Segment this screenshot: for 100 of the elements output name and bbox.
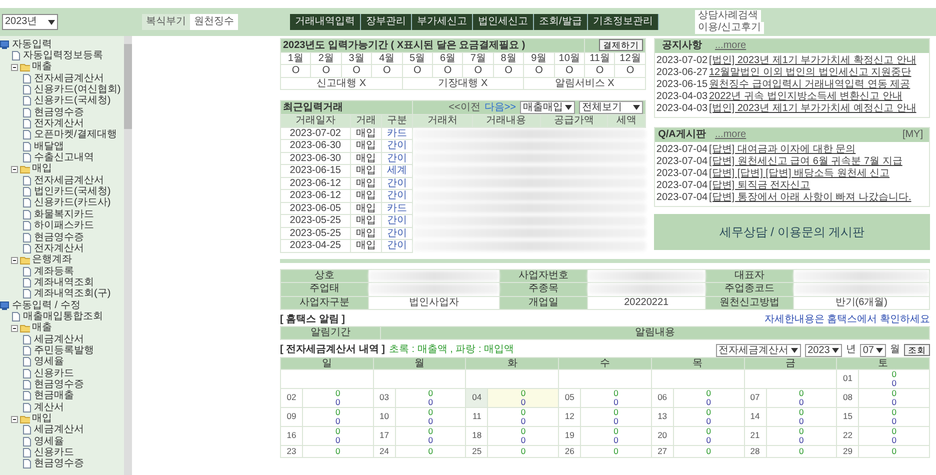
post-link[interactable]: [법인] 2023년 제1기 부가가치세 확정신고 안내 [709,55,916,67]
tree-item[interactable]: 현금영수증 [0,232,124,244]
tree-item[interactable]: 현금영수증 [0,107,124,118]
tree-item[interactable]: 전자세금계산서 [0,73,124,84]
month-select[interactable]: 07 [860,344,886,356]
document-icon [22,108,32,118]
tree-item[interactable]: 세금계산서 [0,334,124,346]
post-link[interactable]: [법인] 2023년 제1기 부가가치세 예정신고 안내 [709,103,916,115]
tree-item[interactable]: 신용카드 [0,368,124,380]
tree-item[interactable]: 법인카드(국세청) [0,186,124,198]
tree-item[interactable]: 전자계산서 [0,243,124,255]
post-link[interactable]: [답변] 원천세신고 급여 6월 귀속분 7월 지급 [709,156,902,168]
document-icon [22,436,32,447]
post-link[interactable]: [답변] 대여금과 이자에 대한 문의 [709,144,856,156]
tree-item[interactable]: 계산서 [0,402,124,414]
post-link[interactable]: 2022년 귀속 법인지방소득세 변환신고 안내 [709,91,902,103]
filter-select[interactable]: 매출매입 [520,101,575,114]
more-link[interactable]: ...more [709,39,929,53]
document-icon [22,402,32,413]
header-link[interactable]: 이용/신고후기 [695,22,764,34]
menu-button[interactable]: 장부관리 [361,14,412,30]
tree-item[interactable]: 계좌내역조회(구) [0,288,124,300]
tree-item[interactable]: 하이패스카드 [0,220,124,232]
table-cell: O [554,64,585,77]
prev-link[interactable]: <<이전 [448,102,480,114]
tree-item[interactable]: 수출신고내역 [0,152,124,164]
document-icon [22,278,32,288]
tree-item[interactable]: 화물복지카드 [0,209,124,220]
sales-amount: 0 [705,426,712,436]
column-header: 토 [836,357,930,369]
hometax-link[interactable]: 자세한내용은 홈택스에서 확인하세요 [764,314,930,326]
post-link[interactable]: 12월말법인 이외 법인의 법인세신고 지원중단 [709,67,912,79]
scrollbar-thumb[interactable] [124,44,132,129]
tree-item[interactable]: 전자계산서 [0,118,124,130]
table-cell: 매입 [350,202,382,214]
tree-item[interactable]: 계좌등록 [0,266,124,278]
day-number: 03 [373,388,396,407]
board-button[interactable]: 세무상담 / 이용문의 게시판 [654,214,930,250]
menu-button[interactable]: 거래내역입력 [290,14,361,30]
purchase-amount: 0 [890,416,898,426]
tree-item[interactable]: 매입 [0,164,124,176]
tree-item[interactable]: 매출매입통합조회 [0,311,124,323]
tree-item[interactable]: 은행계좌 [0,254,124,266]
tree-item[interactable]: 신용카드(카드사) [0,198,124,210]
menu-button[interactable]: 기초정보관리 [588,14,659,30]
header-link[interactable]: 상담사례검색 [695,10,762,22]
my-link[interactable]: [MY] [902,128,929,142]
tree-item[interactable]: 신용카드 [0,447,124,459]
pay-button[interactable]: 결제하기 [599,39,643,51]
tree-item[interactable]: 주민등록발행 [0,345,124,357]
tree-item[interactable]: 자동입력정보등록 [0,50,124,62]
field-label: 주업태 [280,282,368,296]
tree-item[interactable]: 현금영수증 [0,458,124,470]
table-cell: 2023-05-25 [280,227,350,240]
tree-item[interactable]: 매출 [0,62,124,74]
tree-item[interactable]: 매입 [0,413,124,425]
post-link[interactable]: [답변] [답변] [답변] 배당소득 원천세 신고 [709,168,890,180]
tree-item[interactable]: 영세율 [0,356,124,368]
tree-item[interactable]: 수동입력 / 수정 [0,300,124,312]
tree-item[interactable]: 신용카드(국세청) [0,96,124,108]
post-date: 2023-07-04 [655,168,709,180]
field-value: 20220221 [587,296,706,310]
table-cell: 2023-06-30 [280,140,350,152]
tree-item[interactable]: 오픈마켓/결제대행 [0,130,124,142]
tree-item[interactable]: 영세율 [0,436,124,448]
menu-button[interactable]: 법인세신고 [473,14,534,30]
mode-tab[interactable]: 원천징수 [190,14,238,30]
folder-icon [20,164,30,174]
post-link[interactable]: [답변] 통장에서 아래 사항이 빠져 나갔습니다. [709,192,912,204]
search-button[interactable]: 조회 [904,344,930,356]
filter-select[interactable]: 전체보기 [579,101,643,114]
post-link[interactable]: 원천징수 급여입력시 거래내역입력 연동 제공 [709,79,910,91]
tree-item[interactable]: 배달앱 [0,141,124,152]
document-icon [22,289,32,300]
tree-item[interactable]: 자동입력 [0,39,124,50]
year-select[interactable]: 2023년 [2,14,58,30]
caret-icon [790,348,798,352]
table-cell: 2023-04-25 [280,240,350,252]
document-icon [22,266,32,277]
tree-item[interactable]: 전자세금계산서 [0,175,124,186]
tree-item[interactable]: 현금영수증 [0,379,124,391]
menu-button[interactable]: 부가세신고 [412,14,473,30]
mode-tab[interactable]: 복식부기 [142,14,190,30]
more-link[interactable]: ...more [709,128,902,142]
menu-button[interactable]: 조회/발급 [534,14,588,30]
table-cell: 2023-06-12 [280,190,350,202]
sales-amount: 0 [427,408,434,416]
post-link[interactable]: [답변] 퇴직금 전자신고 [709,180,810,192]
tree-item[interactable]: 세금계산서 [0,424,124,436]
document-select[interactable]: 전자세금계산서 [716,344,801,356]
tree-item[interactable]: 신용카드(여신협회) [0,84,124,96]
document-icon [22,210,32,220]
column-header: 2월 [310,52,342,64]
tree-item[interactable]: 계좌내역조회 [0,277,124,289]
tree-item[interactable]: 매출 [0,322,124,334]
scrollbar-track[interactable] [124,36,132,475]
year-select[interactable]: 2023 [804,344,842,356]
field-value: 법인사업자 [368,296,500,310]
tree-item[interactable]: 현금매출 [0,390,124,402]
computer-icon [0,300,10,311]
